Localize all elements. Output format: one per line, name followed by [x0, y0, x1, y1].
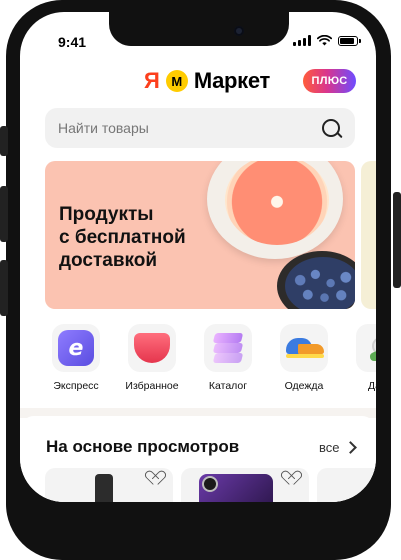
category-clothing[interactable]: Одежда [266, 324, 342, 392]
phone-screen: 9:41 Я М Маркет ПЛЮС Продукты с бесплатн… [20, 12, 376, 502]
category-label: Каталог [208, 380, 248, 392]
express-icon: e [58, 330, 94, 366]
mute-switch [0, 126, 8, 156]
product-card[interactable] [45, 468, 173, 502]
status-time: 9:41 [58, 34, 87, 50]
category-label: Дача [367, 380, 376, 392]
sneaker-icon [284, 336, 324, 360]
category-express[interactable]: e Экспресс [38, 324, 114, 392]
category-garden[interactable]: Дача [342, 324, 376, 392]
banner-title: Продукты с бесплатной доставкой [59, 204, 186, 271]
category-tile [204, 324, 252, 372]
notch [109, 12, 289, 46]
category-tile [128, 324, 176, 372]
category-tile [356, 324, 376, 372]
recommendations-section: На основе просмотров все [20, 416, 376, 502]
product-image [199, 474, 273, 502]
section-title: На основе просмотров [46, 437, 240, 456]
power-button [393, 192, 401, 288]
chevron-right-icon [343, 441, 357, 454]
category-favorites[interactable]: Избранное [114, 324, 190, 392]
category-shortcuts: e Экспресс Избранное Каталог Одежда Д [44, 324, 376, 394]
market-mark-icon: М [165, 70, 188, 92]
plus-badge-button[interactable]: ПЛЮС [303, 69, 356, 93]
next-banner-peek[interactable] [361, 161, 376, 309]
category-label: Одежда [284, 380, 324, 392]
heart-icon[interactable] [287, 471, 303, 485]
category-label: Избранное [125, 380, 179, 392]
search-input[interactable] [45, 108, 355, 148]
wifi-icon [317, 35, 332, 46]
see-all-label: все [319, 440, 340, 455]
product-image [95, 474, 113, 502]
battery-icon [338, 35, 361, 46]
see-all-link[interactable]: все [319, 440, 357, 455]
category-catalog[interactable]: Каталог [190, 324, 266, 392]
logo-ya: Я [144, 68, 160, 93]
product-card[interactable] [317, 468, 376, 502]
promo-banner[interactable]: Продукты с бесплатной доставкой [45, 161, 355, 309]
category-tile: e [52, 324, 100, 372]
product-card[interactable] [181, 468, 309, 502]
catalog-layers-icon [211, 331, 245, 365]
category-tile [280, 324, 328, 372]
volume-up-button [0, 186, 8, 242]
search-icon[interactable] [322, 119, 340, 137]
garden-icon [365, 333, 376, 363]
front-camera-icon [234, 26, 244, 36]
yandex-market-logo[interactable]: Я М Маркет [144, 68, 270, 94]
favorites-heart-icon [134, 333, 170, 363]
cellular-signal-icon [293, 35, 311, 46]
volume-down-button [0, 260, 8, 316]
heart-icon[interactable] [151, 471, 167, 485]
status-icons [293, 35, 361, 46]
logo-text: Маркет [193, 68, 271, 93]
blueberries-image [285, 257, 355, 309]
category-label: Экспресс [53, 380, 99, 392]
